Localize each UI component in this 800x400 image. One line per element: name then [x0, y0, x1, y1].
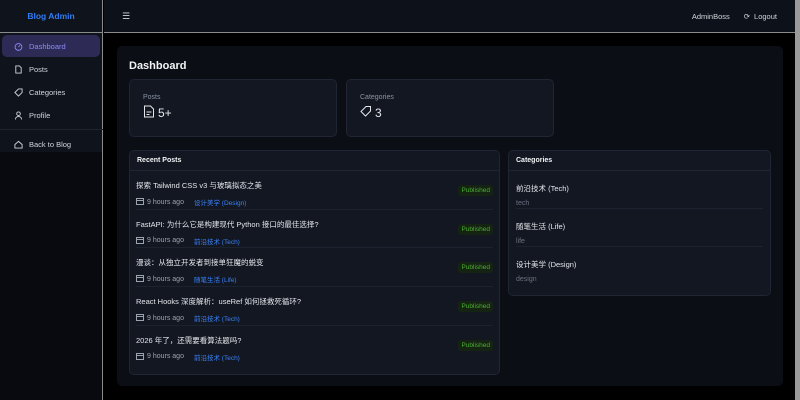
sidebar-item-label: Back to Blog	[29, 139, 72, 149]
post-title[interactable]: 漫谈：从独立开发者到接单狂魔的蜕变	[136, 257, 493, 268]
post-row[interactable]: FastAPI: 为什么它是构建现代 Python 接口的最佳选择? 9 hou…	[136, 210, 493, 249]
post-time: 9 hours ago	[147, 275, 184, 283]
home-icon	[14, 140, 23, 149]
calendar-icon	[136, 197, 144, 207]
post-row[interactable]: 探索 Tailwind CSS v3 与玻璃拟态之美 9 hours ago 设计…	[136, 171, 493, 210]
status-badge: Published	[458, 262, 493, 274]
stat-card-posts: Posts 5+	[129, 79, 337, 137]
category-slug: design	[516, 276, 537, 283]
user-icon	[14, 110, 23, 120]
post-title[interactable]: 探索 Tailwind CSS v3 与玻璃拟态之美	[136, 180, 493, 191]
category-item[interactable]: 设计美学 (Design) design	[516, 247, 763, 285]
calendar-icon	[136, 352, 144, 362]
post-time: 9 hours ago	[147, 198, 184, 206]
post-title[interactable]: 2026 年了，还需要看算法题吗?	[136, 335, 493, 346]
category-slug: tech	[516, 200, 530, 207]
sidebar-item-posts[interactable]: Posts	[2, 58, 100, 80]
post-row[interactable]: 2026 年了，还需要看算法题吗? 9 hours ago 前沿技术 (Tech)…	[136, 326, 493, 365]
post-category[interactable]: 前沿技术 (Tech)	[194, 313, 240, 323]
category-item[interactable]: 随笔生活 (Life) life	[516, 209, 763, 247]
calendar-icon	[136, 313, 144, 323]
panel-title: Categories	[509, 151, 770, 171]
username[interactable]: AdminBoss	[692, 12, 730, 21]
logout-icon: ⟳	[743, 11, 751, 21]
status-badge: Published	[458, 339, 493, 351]
panel-title: Recent Posts	[130, 151, 499, 171]
post-category[interactable]: 设计美学 (Design)	[194, 197, 246, 207]
post-time: 9 hours ago	[147, 353, 184, 361]
category-name: 设计美学 (Design)	[516, 260, 577, 269]
file-icon	[14, 64, 23, 74]
category-slug: life	[516, 238, 525, 245]
file-icon	[143, 105, 155, 121]
menu-toggle-icon[interactable]: ☰	[122, 11, 130, 22]
post-time: 9 hours ago	[147, 314, 184, 322]
post-row[interactable]: React Hooks 深度解析：useRef 如何拯救死循环? 9 hours…	[136, 287, 493, 326]
sidebar-item-label: Posts	[29, 64, 48, 74]
post-category[interactable]: 前沿技术 (Tech)	[194, 352, 240, 362]
calendar-icon	[136, 236, 144, 246]
divider	[0, 129, 103, 130]
post-title[interactable]: React Hooks 深度解析：useRef 如何拯救死循环?	[136, 296, 493, 307]
sidebar-item-profile[interactable]: Profile	[2, 104, 100, 126]
calendar-icon	[136, 274, 144, 284]
scrollbar[interactable]	[795, 0, 800, 400]
post-row[interactable]: 漫谈：从独立开发者到接单狂魔的蜕变 9 hours ago 随笔生活 (Life)…	[136, 248, 493, 288]
post-time: 9 hours ago	[147, 237, 184, 245]
category-item[interactable]: 前沿技术 (Tech) tech	[516, 171, 763, 209]
sidebar-item-dashboard[interactable]: Dashboard	[2, 35, 100, 57]
stat-value: 5+	[158, 106, 172, 120]
post-category[interactable]: 前沿技术 (Tech)	[194, 236, 240, 246]
dashboard-icon	[14, 42, 23, 51]
logout-button[interactable]: ⟳ Logout	[744, 12, 777, 21]
sidebar: Blog Admin Dashboard Posts Categories Pr…	[0, 0, 103, 400]
page-title: Dashboard	[129, 60, 187, 72]
sidebar-footer	[0, 152, 102, 400]
status-badge: Published	[458, 185, 493, 196]
status-badge: Published	[458, 301, 493, 313]
post-title[interactable]: FastAPI: 为什么它是构建现代 Python 接口的最佳选择?	[136, 219, 493, 230]
brand-logo[interactable]: Blog Admin	[0, 0, 102, 33]
recent-posts-panel: Recent Posts 探索 Tailwind CSS v3 与玻璃拟态之美 …	[129, 150, 500, 375]
post-category[interactable]: 随笔生活 (Life)	[194, 274, 237, 284]
sidebar-item-label: Dashboard	[29, 41, 66, 51]
sidebar-item-label: Profile	[29, 110, 51, 120]
status-badge: Published	[458, 223, 493, 235]
stat-card-categories: Categories 3	[346, 79, 554, 137]
category-name: 随笔生活 (Life)	[516, 222, 566, 231]
stat-value: 3	[375, 105, 382, 120]
categories-panel: Categories 前沿技术 (Tech) tech 随笔生活 (Life) lif…	[508, 150, 771, 296]
top-bar: ☰ AdminBoss ⟳ Logout	[104, 0, 795, 33]
sidebar-item-label: Categories	[29, 87, 66, 97]
stat-label: Posts	[143, 94, 161, 101]
logout-label: Logout	[754, 11, 777, 21]
tag-icon	[14, 87, 23, 97]
category-name: 前沿技术 (Tech)	[516, 184, 569, 193]
main-content: Dashboard Posts 5+ Categories 3 Recent P…	[117, 46, 783, 386]
sidebar-nav: Dashboard Posts Categories Profile Back …	[0, 33, 103, 158]
sidebar-item-categories[interactable]: Categories	[2, 81, 100, 103]
stat-label: Categories	[360, 94, 394, 101]
tags-icon	[360, 105, 372, 120]
